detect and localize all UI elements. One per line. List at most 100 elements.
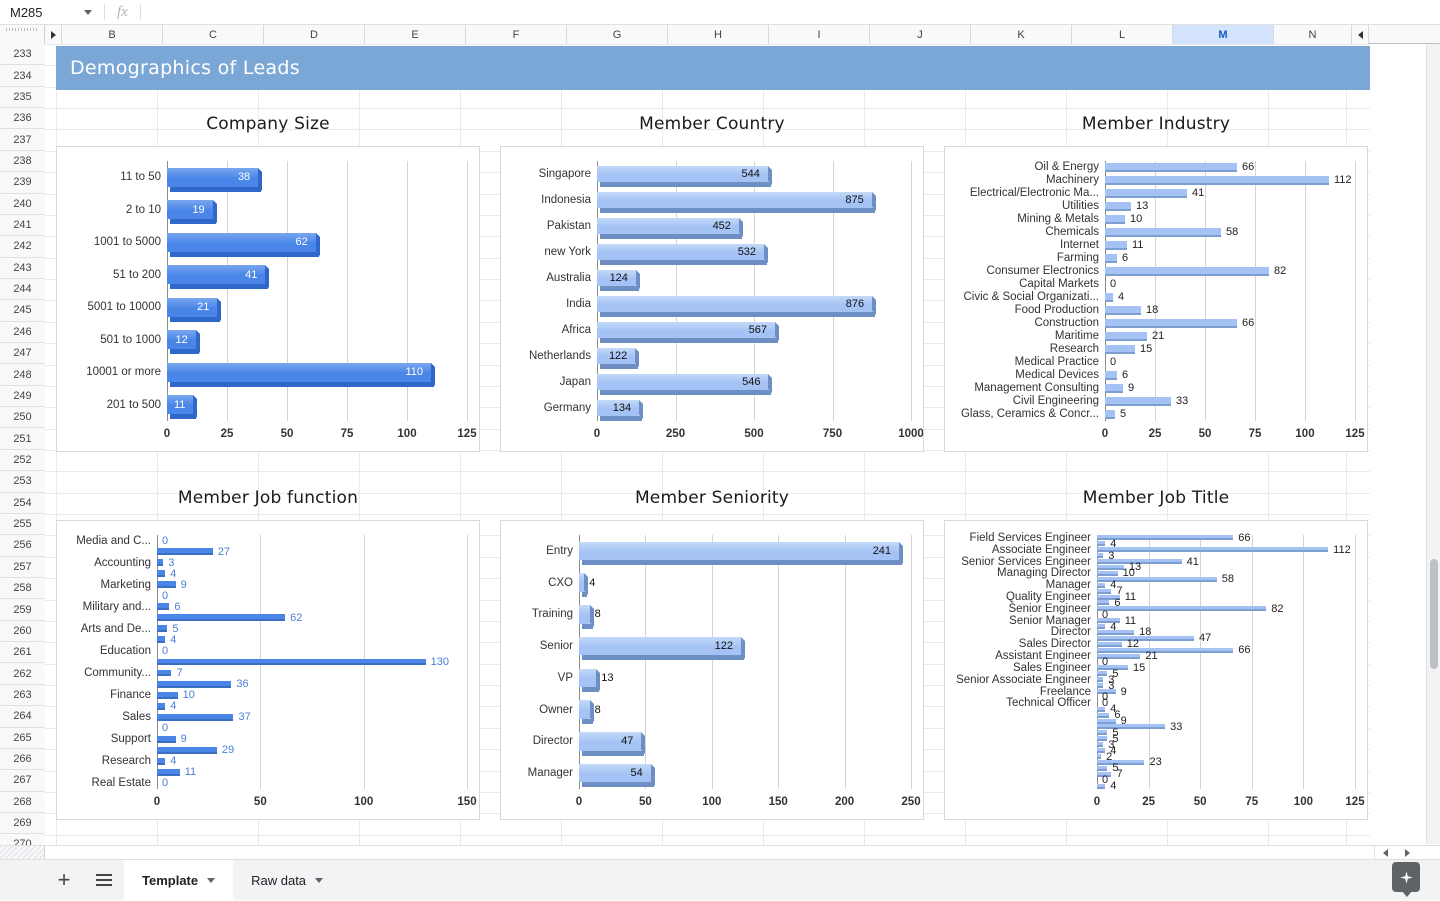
bar[interactable]: [1097, 707, 1105, 712]
add-sheet-button[interactable]: +: [44, 860, 84, 900]
bar-row[interactable]: Machinery112: [1105, 176, 1355, 184]
row-header-264[interactable]: 264: [0, 706, 45, 727]
scroll-right-indicator[interactable]: [1352, 25, 1369, 44]
bar[interactable]: [1097, 742, 1103, 747]
bar-row[interactable]: CXO4: [579, 573, 911, 591]
bar[interactable]: [157, 581, 176, 588]
bar-row[interactable]: Construction66: [1105, 319, 1355, 327]
bar[interactable]: [157, 659, 426, 666]
bar-row[interactable]: 51 to 20041: [167, 265, 467, 284]
bar-row[interactable]: VP13: [579, 669, 911, 687]
bar-row[interactable]: Indonesia875: [597, 192, 911, 207]
bar[interactable]: [1097, 719, 1116, 724]
bar[interactable]: [1097, 754, 1101, 759]
bar-row[interactable]: 9: [1097, 719, 1355, 724]
row-header-260[interactable]: 260: [0, 621, 45, 642]
all-sheets-button[interactable]: [84, 860, 124, 900]
chart-member-industry[interactable]: Oil & Energy66Machinery112Electrical/Ele…: [944, 146, 1368, 452]
horizontal-scrollbar-track[interactable]: [45, 846, 1440, 859]
bar-row[interactable]: Medical Devices6: [1105, 371, 1355, 379]
bar-row[interactable]: 3: [1097, 553, 1355, 558]
bar-row[interactable]: Real Estate0: [157, 780, 467, 787]
column-header-d[interactable]: D: [264, 25, 365, 44]
scroll-left-indicator[interactable]: [45, 25, 62, 44]
row-header-246[interactable]: 246: [0, 322, 45, 343]
bar-row[interactable]: 66: [1097, 648, 1355, 653]
bar-row[interactable]: 5: [1097, 766, 1355, 771]
horizontal-scrollbar-row[interactable]: [0, 845, 1440, 859]
bar[interactable]: [157, 692, 178, 699]
bar-row[interactable]: Australia124: [597, 270, 911, 285]
bar-row[interactable]: Training8: [579, 605, 911, 623]
bar[interactable]: [167, 363, 431, 382]
bar-row[interactable]: Glass, Ceramics & Concr...5: [1105, 410, 1355, 418]
bar-row[interactable]: 13: [1097, 565, 1355, 570]
row-header-263[interactable]: 263: [0, 685, 45, 706]
bar[interactable]: [579, 542, 899, 560]
bar[interactable]: [1105, 410, 1115, 418]
row-header-265[interactable]: 265: [0, 728, 45, 749]
bar-row[interactable]: 4: [157, 636, 467, 643]
bar-row[interactable]: 501 to 100012: [167, 330, 467, 349]
bar-row[interactable]: 11 to 5038: [167, 168, 467, 187]
bar[interactable]: [1097, 541, 1105, 546]
bar-row[interactable]: 5001 to 1000021: [167, 298, 467, 317]
row-header-235[interactable]: 235: [0, 87, 45, 108]
scroll-right-icon[interactable]: [1405, 849, 1410, 857]
bar-row[interactable]: Quality Engineer11: [1097, 595, 1355, 600]
bar[interactable]: [1105, 254, 1117, 262]
bar[interactable]: [1097, 677, 1103, 682]
bar-row[interactable]: 6: [1097, 600, 1355, 605]
bar-row[interactable]: 2 to 1019: [167, 200, 467, 219]
bar-row[interactable]: 36: [157, 681, 467, 688]
explore-button[interactable]: [1392, 862, 1420, 892]
bar[interactable]: [1097, 547, 1328, 552]
bar-row[interactable]: 0: [157, 725, 467, 732]
bar-row[interactable]: India876: [597, 296, 911, 311]
bar-row[interactable]: 29: [157, 747, 467, 754]
bar-row[interactable]: new York532: [597, 244, 911, 259]
bar-row[interactable]: Africa567: [597, 322, 911, 337]
bar[interactable]: [1105, 345, 1135, 353]
bar-row[interactable]: Internet11: [1105, 241, 1355, 249]
bar[interactable]: [1097, 713, 1109, 718]
sheet-grid[interactable]: Demographics of Leads Company Size 11 to…: [45, 44, 1440, 856]
row-header-252[interactable]: 252: [0, 450, 45, 471]
bar[interactable]: [579, 605, 590, 623]
column-header-g[interactable]: G: [567, 25, 668, 44]
chevron-down-icon[interactable]: [315, 878, 323, 883]
bar[interactable]: [1097, 571, 1118, 576]
bar-row[interactable]: Chemicals58: [1105, 228, 1355, 236]
bar-row[interactable]: 7: [1097, 772, 1355, 777]
bar[interactable]: [1097, 648, 1233, 653]
name-box[interactable]: M285: [0, 0, 104, 25]
row-header-233[interactable]: 233: [0, 44, 45, 65]
row-header-258[interactable]: 258: [0, 578, 45, 599]
bar-row[interactable]: 0: [1097, 778, 1355, 783]
bar-row[interactable]: Japan546: [597, 374, 911, 389]
bar-row[interactable]: Netherlands122: [597, 348, 911, 363]
bar[interactable]: [1105, 319, 1237, 327]
bar-row[interactable]: Civic & Social Organizati...4: [1105, 293, 1355, 301]
bar[interactable]: [1097, 624, 1105, 629]
bar-row[interactable]: Maritime21: [1105, 332, 1355, 340]
bar-row[interactable]: 58: [1097, 577, 1355, 582]
row-header-253[interactable]: 253: [0, 471, 45, 492]
chart-member-country[interactable]: Singapore544Indonesia875Pakistan452new Y…: [500, 146, 924, 452]
bar[interactable]: [579, 700, 590, 718]
row-header-256[interactable]: 256: [0, 535, 45, 556]
bar[interactable]: [1097, 606, 1266, 611]
bar[interactable]: [157, 747, 217, 754]
bar[interactable]: [1097, 630, 1134, 635]
row-header-267[interactable]: 267: [0, 770, 45, 791]
bar-row[interactable]: Oil & Energy66: [1105, 163, 1355, 171]
bar-row[interactable]: Singapore544: [597, 166, 911, 181]
bar-row[interactable]: Research4: [157, 758, 467, 765]
chart-member-seniority[interactable]: Entry241CXO4Training8Senior122VP13Owner8…: [500, 520, 924, 820]
bar[interactable]: [1105, 384, 1123, 392]
bar[interactable]: [1097, 683, 1103, 688]
bar-row[interactable]: 10001 or more110: [167, 363, 467, 382]
column-header-b[interactable]: B: [62, 25, 163, 44]
bar[interactable]: [1105, 332, 1147, 340]
bar-row[interactable]: Mining & Metals10: [1105, 215, 1355, 223]
